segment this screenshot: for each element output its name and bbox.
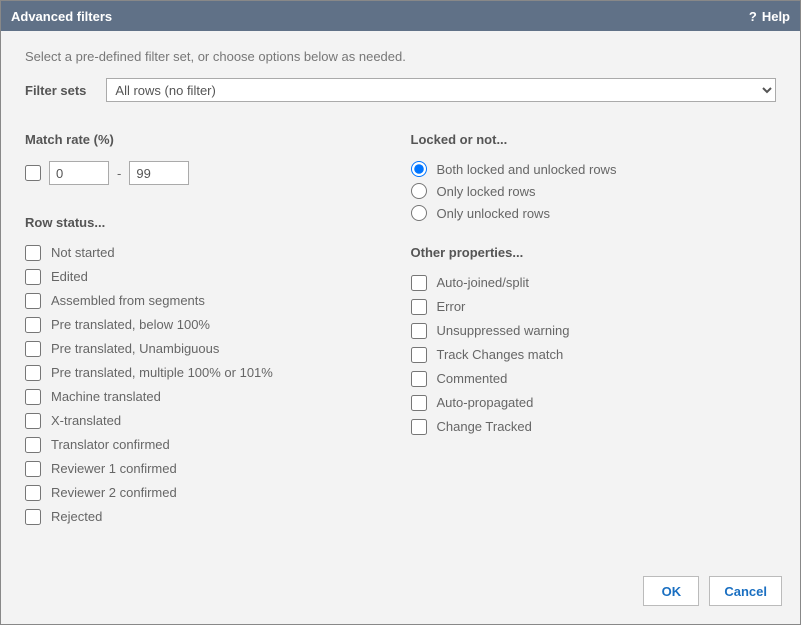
row-status-label: Reviewer 1 confirmed <box>51 460 177 478</box>
other-item[interactable]: Auto-propagated <box>411 394 777 412</box>
other-checkbox[interactable] <box>411 299 427 315</box>
match-rate-dash: - <box>117 166 121 181</box>
other-checkbox[interactable] <box>411 275 427 291</box>
other-item[interactable]: Error <box>411 298 777 316</box>
row-status-checkbox[interactable] <box>25 365 41 381</box>
row-status-list: Not started Edited Assembled from segmen… <box>25 244 391 526</box>
left-column: Match rate (%) - Row status... Not start… <box>25 132 391 526</box>
match-rate-title: Match rate (%) <box>25 132 391 147</box>
other-label: Change Tracked <box>437 418 532 436</box>
other-item[interactable]: Track Changes match <box>411 346 777 364</box>
locked-option[interactable]: Only unlocked rows <box>411 205 777 221</box>
row-status-label: Assembled from segments <box>51 292 205 310</box>
other-checkbox[interactable] <box>411 323 427 339</box>
row-status-item[interactable]: X-translated <box>25 412 391 430</box>
row-status-checkbox[interactable] <box>25 485 41 501</box>
row-status-label: Edited <box>51 268 88 286</box>
titlebar: Advanced filters ? Help <box>1 1 800 31</box>
row-status-checkbox[interactable] <box>25 245 41 261</box>
row-status-label: Pre translated, below 100% <box>51 316 210 334</box>
row-status-label: Reviewer 2 confirmed <box>51 484 177 502</box>
dialog-footer: OK Cancel <box>1 564 800 624</box>
row-status-label: Not started <box>51 244 115 262</box>
match-rate-enable-checkbox[interactable] <box>25 165 41 181</box>
ok-button[interactable]: OK <box>643 576 699 606</box>
help-label: Help <box>762 9 790 24</box>
row-status-label: Pre translated, Unambiguous <box>51 340 219 358</box>
row-status-checkbox[interactable] <box>25 461 41 477</box>
intro-text: Select a pre-defined filter set, or choo… <box>25 49 776 64</box>
row-status-label: Translator confirmed <box>51 436 170 454</box>
dialog-content: Select a pre-defined filter set, or choo… <box>1 31 800 564</box>
locked-title: Locked or not... <box>411 132 777 147</box>
locked-radio[interactable] <box>411 205 427 221</box>
filtersets-select[interactable]: All rows (no filter) <box>106 78 776 102</box>
locked-radio[interactable] <box>411 161 427 177</box>
row-status-title: Row status... <box>25 215 391 230</box>
other-label: Track Changes match <box>437 346 564 364</box>
row-status-item[interactable]: Reviewer 2 confirmed <box>25 484 391 502</box>
row-status-checkbox[interactable] <box>25 413 41 429</box>
row-status-checkbox[interactable] <box>25 437 41 453</box>
locked-label: Both locked and unlocked rows <box>437 162 617 177</box>
other-item[interactable]: Change Tracked <box>411 418 777 436</box>
match-rate-to-input[interactable] <box>129 161 189 185</box>
row-status-checkbox[interactable] <box>25 389 41 405</box>
locked-label: Only unlocked rows <box>437 206 550 221</box>
columns: Match rate (%) - Row status... Not start… <box>25 132 776 526</box>
locked-radio[interactable] <box>411 183 427 199</box>
locked-radio-group: Both locked and unlocked rows Only locke… <box>411 161 777 221</box>
row-status-item[interactable]: Rejected <box>25 508 391 526</box>
match-rate-from-input[interactable] <box>49 161 109 185</box>
row-status-item[interactable]: Not started <box>25 244 391 262</box>
row-status-item[interactable]: Translator confirmed <box>25 436 391 454</box>
match-rate-row: - <box>25 161 391 185</box>
other-title: Other properties... <box>411 245 777 260</box>
row-status-item[interactable]: Edited <box>25 268 391 286</box>
row-status-label: X-translated <box>51 412 121 430</box>
filtersets-row: Filter sets All rows (no filter) <box>25 78 776 102</box>
other-checkbox[interactable] <box>411 419 427 435</box>
other-label: Commented <box>437 370 508 388</box>
row-status-checkbox[interactable] <box>25 293 41 309</box>
row-status-item[interactable]: Assembled from segments <box>25 292 391 310</box>
other-checkbox[interactable] <box>411 395 427 411</box>
locked-label: Only locked rows <box>437 184 536 199</box>
other-list: Auto-joined/split Error Unsuppressed war… <box>411 274 777 436</box>
row-status-checkbox[interactable] <box>25 317 41 333</box>
row-status-label: Pre translated, multiple 100% or 101% <box>51 364 273 382</box>
other-label: Auto-joined/split <box>437 274 530 292</box>
row-status-checkbox[interactable] <box>25 509 41 525</box>
row-status-item[interactable]: Pre translated, multiple 100% or 101% <box>25 364 391 382</box>
other-item[interactable]: Unsuppressed warning <box>411 322 777 340</box>
row-status-item[interactable]: Reviewer 1 confirmed <box>25 460 391 478</box>
row-status-label: Rejected <box>51 508 102 526</box>
other-checkbox[interactable] <box>411 347 427 363</box>
help-icon: ? <box>749 9 757 24</box>
row-status-checkbox[interactable] <box>25 341 41 357</box>
row-status-item[interactable]: Pre translated, below 100% <box>25 316 391 334</box>
row-status-label: Machine translated <box>51 388 161 406</box>
help-link[interactable]: ? Help <box>749 9 790 24</box>
row-status-item[interactable]: Machine translated <box>25 388 391 406</box>
locked-option[interactable]: Only locked rows <box>411 183 777 199</box>
locked-option[interactable]: Both locked and unlocked rows <box>411 161 777 177</box>
other-checkbox[interactable] <box>411 371 427 387</box>
row-status-checkbox[interactable] <box>25 269 41 285</box>
other-item[interactable]: Auto-joined/split <box>411 274 777 292</box>
row-status-item[interactable]: Pre translated, Unambiguous <box>25 340 391 358</box>
dialog-title: Advanced filters <box>11 9 112 24</box>
filtersets-label: Filter sets <box>25 83 86 98</box>
other-item[interactable]: Commented <box>411 370 777 388</box>
right-column: Locked or not... Both locked and unlocke… <box>411 132 777 526</box>
other-label: Error <box>437 298 466 316</box>
advanced-filters-dialog: Advanced filters ? Help Select a pre-def… <box>0 0 801 625</box>
other-label: Unsuppressed warning <box>437 322 570 340</box>
other-label: Auto-propagated <box>437 394 534 412</box>
cancel-button[interactable]: Cancel <box>709 576 782 606</box>
